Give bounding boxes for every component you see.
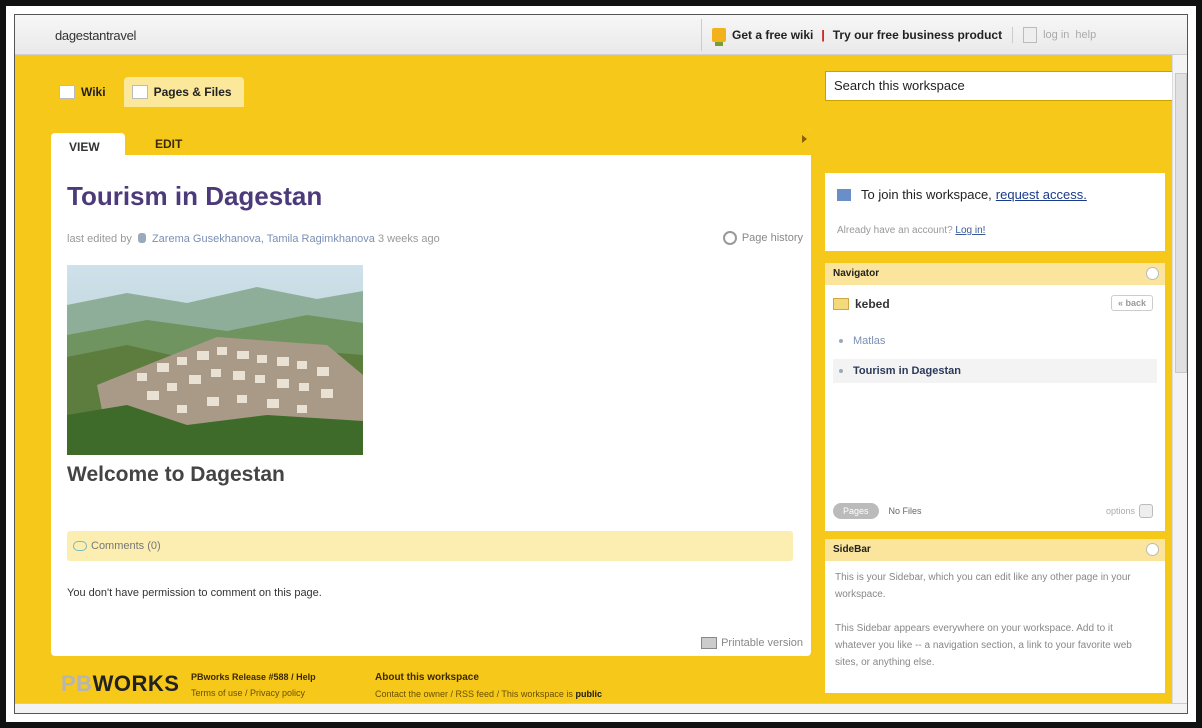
- try-business-link[interactable]: Try our free business product: [833, 28, 1002, 42]
- window-frame: dagestantravel Get a free wiki | Try our…: [0, 0, 1202, 728]
- pages-pill[interactable]: Pages: [833, 503, 879, 519]
- get-wiki-icon: [712, 28, 726, 46]
- page-history-link[interactable]: Page history: [722, 231, 803, 245]
- printable-label: Printable version: [721, 637, 803, 649]
- join-title: To join this workspace, request access.: [837, 187, 1087, 202]
- nav-item-matlas[interactable]: Matlas: [833, 329, 1157, 353]
- options-label: options: [1105, 506, 1135, 516]
- pages-files-icon: [131, 85, 148, 99]
- nav-item-label: Tourism in Dagestan: [853, 365, 961, 377]
- welcome-heading: Welcome to Dagestan: [67, 463, 285, 486]
- printable-version-link[interactable]: Printable version: [701, 637, 803, 649]
- printer-icon: [701, 637, 718, 649]
- sidebar-title: SideBar: [833, 544, 871, 555]
- pbworks-logo[interactable]: PBWORKS: [61, 671, 179, 697]
- contact-links[interactable]: Contact the owner / RSS feed / This work…: [375, 689, 573, 699]
- sidebar-paragraph: This is your Sidebar, which you can edit…: [835, 572, 1131, 600]
- sidebar-paragraph: This Sidebar appears everywhere on your …: [835, 623, 1132, 668]
- collapse-icon[interactable]: [1146, 267, 1159, 280]
- expand-arrow-icon[interactable]: [802, 135, 807, 143]
- get-free-wiki-link[interactable]: Get a free wiki: [732, 28, 813, 42]
- bullet-icon: [839, 369, 843, 373]
- folder-label: kebed: [855, 297, 890, 311]
- sidebar-text: This is your Sidebar, which you can edit…: [825, 561, 1165, 679]
- tab-label: Wiki: [81, 85, 106, 99]
- public-status: public: [575, 689, 602, 699]
- landscape-photo: [67, 265, 363, 455]
- tab-edit[interactable]: EDIT: [155, 137, 182, 151]
- logo-pb: PB: [61, 671, 93, 696]
- tab-view[interactable]: VIEW: [51, 133, 125, 157]
- page-history-label: Page history: [741, 232, 803, 244]
- nav-item-tourism[interactable]: Tourism in Dagestan: [833, 359, 1157, 383]
- options-button[interactable]: options: [1106, 504, 1153, 518]
- separator: |: [821, 28, 825, 42]
- join-panel: To join this workspace, request access. …: [825, 173, 1165, 251]
- comments-label: Comments (0): [91, 540, 161, 552]
- vertical-scrollbar[interactable]: [1172, 55, 1187, 713]
- already-account: Already have an account? Log in!: [837, 225, 985, 236]
- collapse-icon[interactable]: [1146, 543, 1159, 556]
- tab-pages-files[interactable]: Pages & Files: [123, 77, 244, 107]
- browser-viewport: dagestantravel Get a free wiki | Try our…: [14, 14, 1188, 714]
- page-title: Tourism in Dagestan: [67, 181, 323, 211]
- horizontal-scrollbar[interactable]: [15, 703, 1187, 713]
- help-link[interactable]: help: [1075, 29, 1096, 41]
- clock-icon: [722, 231, 737, 245]
- navigator-footer: Pages No Files options: [833, 501, 1157, 521]
- comments-bar[interactable]: Comments (0): [67, 531, 793, 561]
- page-icon: [59, 85, 75, 99]
- terms-link[interactable]: Terms of use / Privacy policy: [191, 685, 316, 701]
- main-content: VIEW EDIT Tourism in Dagestan last edite…: [51, 129, 811, 656]
- nav-item-label: Matlas: [853, 335, 886, 347]
- user-icon: [137, 233, 146, 243]
- dagestan-village-image: [67, 265, 363, 455]
- editors-link[interactable]: Zarema Gusekhanova, Tamila Ragimkhanova: [152, 233, 375, 245]
- navigator-panel: Navigator kebed « back Matlas Tourism in…: [825, 263, 1165, 531]
- gear-icon: [1139, 504, 1153, 518]
- nav-folder-kebed[interactable]: kebed « back: [833, 293, 1157, 315]
- no-permission-message: You don't have permission to comment on …: [67, 587, 322, 599]
- footer-about-col: About this workspace Contact the owner /…: [375, 669, 602, 702]
- about-workspace[interactable]: About this workspace: [375, 672, 479, 683]
- already-text: Already have an account?: [837, 225, 953, 236]
- top-right-links: Get a free wiki | Try our free business …: [701, 19, 1102, 51]
- request-access-link[interactable]: request access.: [996, 187, 1087, 202]
- workspace-tabs: Wiki Pages & Files: [51, 77, 244, 107]
- tab-wiki[interactable]: Wiki: [51, 77, 118, 107]
- log-in-link[interactable]: log in: [1043, 29, 1069, 41]
- folder-icon: [833, 298, 849, 310]
- view-edit-bar: VIEW EDIT: [51, 129, 811, 157]
- footer-release-col: PBworks Release #588 / Help Terms of use…: [191, 669, 316, 701]
- search-input[interactable]: Search this workspace: [825, 71, 1187, 101]
- site-name[interactable]: dagestantravel: [55, 28, 136, 43]
- sidebar-header: SideBar: [825, 539, 1165, 561]
- tab-label: Pages & Files: [153, 85, 232, 99]
- top-bar: dagestantravel Get a free wiki | Try our…: [15, 15, 1187, 55]
- edited-time: 3 weeks ago: [377, 233, 440, 245]
- bullet-icon: [839, 339, 843, 343]
- scrollbar-thumb[interactable]: [1175, 73, 1187, 373]
- release-link[interactable]: PBworks Release #588 / Help: [191, 669, 316, 685]
- last-edited-info: last edited by Zarema Gusekhanova, Tamil…: [67, 233, 440, 245]
- no-files-label[interactable]: No Files: [889, 506, 922, 516]
- sidebar-panel: SideBar This is your Sidebar, which you …: [825, 539, 1165, 693]
- join-text: To join this workspace,: [861, 187, 992, 202]
- navigator-header: Navigator: [825, 263, 1165, 285]
- user-area: log in help: [1012, 27, 1102, 43]
- last-edited-prefix: last edited by: [67, 233, 132, 245]
- logo-works: WORKS: [92, 671, 180, 696]
- flag-icon: [837, 188, 851, 201]
- user-icon: [1023, 27, 1038, 43]
- log-in-link[interactable]: Log in!: [955, 225, 985, 236]
- back-button[interactable]: « back: [1110, 295, 1153, 311]
- comment-bubble-icon: [73, 541, 87, 551]
- navigator-title: Navigator: [833, 268, 880, 279]
